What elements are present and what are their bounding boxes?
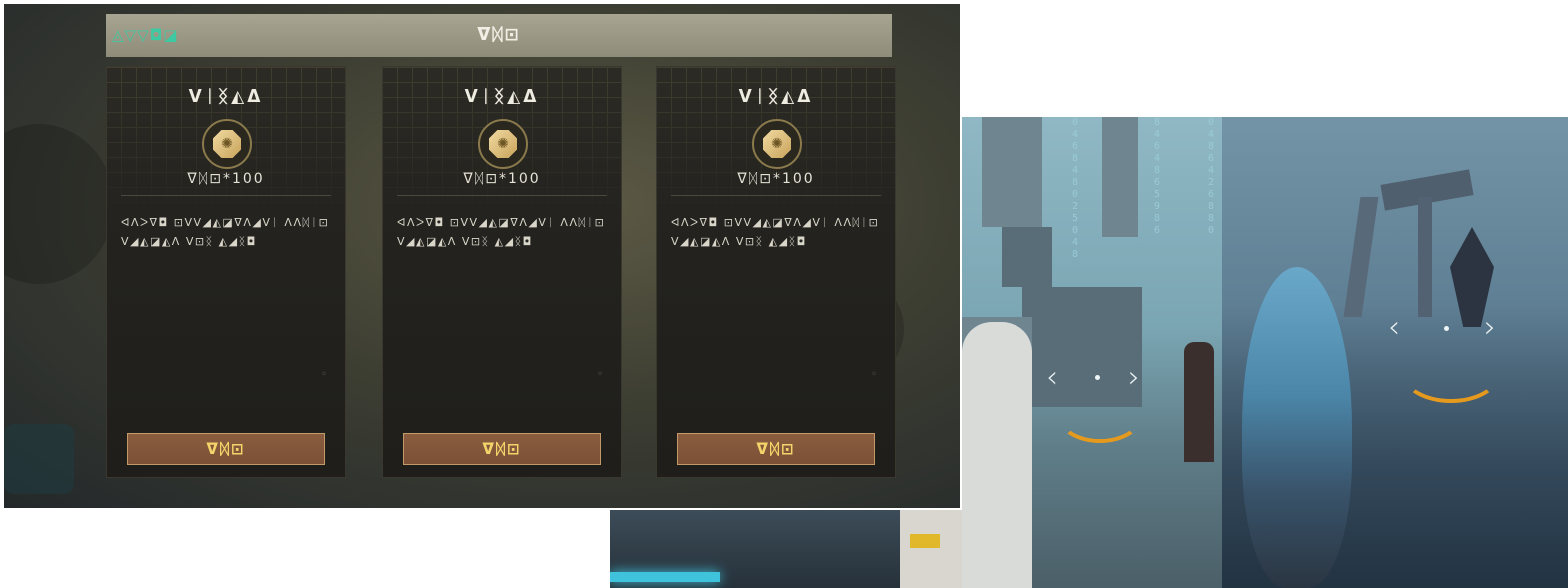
chevron-left-icon[interactable]: ‹: [1388, 313, 1400, 343]
chevron-right-icon[interactable]: ›: [1128, 363, 1140, 393]
coin-icon: ✺: [202, 119, 252, 169]
chevron-right-icon[interactable]: ›: [1484, 313, 1496, 343]
divider: [397, 195, 607, 196]
digit-rain: 046848025048: [1072, 117, 1079, 260]
divider: [671, 195, 881, 196]
shop-card: ᐯᛁᛝ◭ᐃ ✺ ᐁᛞ⊡*100 ᐊᐱᐳᐁ◘ ⊡ᐯᐯ◢◭◪ᐁᐱ◢ᐯᛁ ᐱᐱᛞᛁ⊡ᐯ…: [656, 66, 896, 478]
blue-haired-character: [1242, 267, 1352, 588]
corner-mark: ◦: [597, 369, 603, 380]
card-title: ᐯᛁᛝ◭ᐃ: [738, 87, 814, 107]
corner-mark: ◦: [321, 369, 327, 380]
shop-card: ᐯᛁᛝ◭ᐃ ✺ ᐁᛞ⊡*100 ᐊᐱᐳᐁ◘ ⊡ᐯᐯ◢◭◪ᐁᐱ◢ᐯᛁ ᐱᐱᛞᛁ⊡ᐯ…: [106, 66, 346, 478]
floor-glow: [610, 572, 720, 582]
sea-scene: ‹ ›: [1222, 117, 1568, 588]
card-description: ᐊᐱᐳᐁ◘ ⊡ᐯᐯ◢◭◪ᐁᐱ◢ᐯᛁ ᐱᐱᛞᛁ⊡ᐯ◢◭◪◭ᐱ ᐯ⊡ᛝ ◭◢ᛝ◘: [671, 216, 880, 248]
chevron-left-icon[interactable]: ‹: [1046, 363, 1058, 393]
shop-card: ᐯᛁᛝ◭ᐃ ✺ ᐁᛞ⊡*100 ᐊᐱᐳᐁ◘ ⊡ᐯᐯ◢◭◪ᐁᐱ◢ᐯᛁ ᐱᐱᛞᛁ⊡ᐯ…: [382, 66, 622, 478]
card-description: ᐊᐱᐳᐁ◘ ⊡ᐯᐯ◢◭◪ᐁᐱ◢ᐯᛁ ᐱᐱᛞᛁ⊡ᐯ◢◭◪◭ᐱ ᐯ⊡ᛝ ◭◢ᛝ◘: [397, 216, 606, 248]
buy-button[interactable]: ᐁᛞ⊡: [403, 433, 601, 465]
card-title: ᐯᛁᛝ◭ᐃ: [464, 87, 540, 107]
building: [982, 117, 1042, 227]
card-price: ᐁᛞ⊡*100: [463, 171, 541, 187]
building: [1102, 117, 1138, 237]
card-description: ᐊᐱᐳᐁ◘ ⊡ᐯᐯ◢◭◪ᐁᐱ◢ᐯᛁ ᐱᐱᛞᛁ⊡ᐯ◢◭◪◭ᐱ ᐯ⊡ᛝ ◭◢ᛝ◘: [121, 216, 330, 248]
card-title: ᐯᛁᛝ◭ᐃ: [188, 87, 264, 107]
city-scene: 046848025048 8464865986 0486426880 ‹ ›: [962, 117, 1222, 588]
card-price: ᐁᛞ⊡*100: [187, 171, 265, 187]
ruin-pillar: [1343, 197, 1379, 317]
target-arc: [1402, 345, 1500, 403]
white-haired-character: [962, 322, 1032, 588]
shop-header: ◬▽▽◘◪ ᐁᛞ⊡: [106, 14, 892, 57]
character-accent: [910, 534, 940, 548]
page-title: ᐁᛞ⊡: [477, 25, 521, 45]
divider: [121, 195, 331, 196]
ruin-pillar: [1418, 197, 1432, 317]
crosshair-dot: [1444, 326, 1449, 331]
digit-rain: 8464865986: [1154, 117, 1161, 236]
buy-button[interactable]: ᐁᛞ⊡: [127, 433, 325, 465]
building: [1002, 227, 1052, 287]
buy-button[interactable]: ᐁᛞ⊡: [677, 433, 875, 465]
bg-blur: [4, 124, 114, 284]
shop-panel: ◬▽▽◘◪ ᐁᛞ⊡ ᐯᛁᛝ◭ᐃ ✺ ᐁᛞ⊡*100 ᐊᐱᐳᐁ◘ ⊡ᐯᐯ◢◭◪ᐁᐱ…: [4, 4, 962, 510]
digit-rain: 0486426880: [1208, 117, 1215, 236]
coin-icon: ✺: [478, 119, 528, 169]
target-arc: [1058, 391, 1142, 443]
corner-mark: ◦: [871, 369, 877, 380]
coin-icon: ✺: [752, 119, 802, 169]
building: [1022, 287, 1142, 407]
crosshair-dot: [1095, 375, 1100, 380]
bg-blur: [4, 424, 74, 494]
warrior-character: [1184, 342, 1214, 462]
card-price: ᐁᛞ⊡*100: [737, 171, 815, 187]
character-dress: [900, 508, 970, 588]
